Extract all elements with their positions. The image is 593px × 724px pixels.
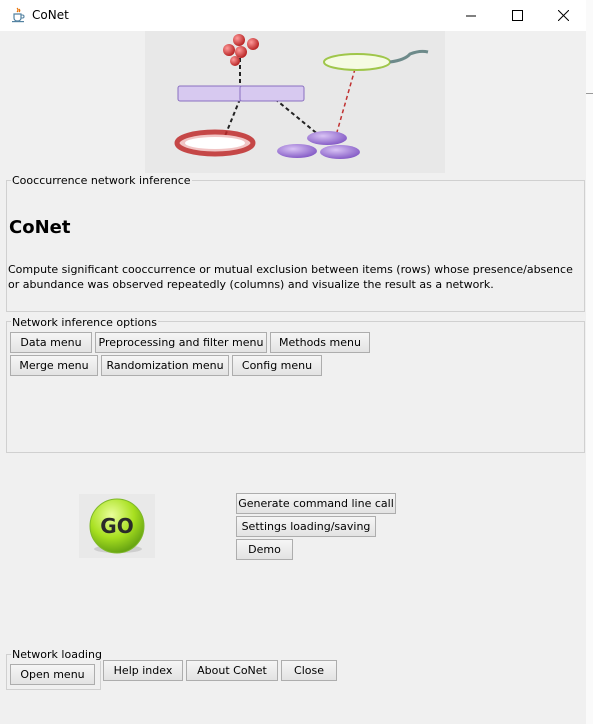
java-cup-icon <box>12 7 25 23</box>
preprocessing-menu-button[interactable]: Preprocessing and filter menu <box>95 332 267 353</box>
title-bar[interactable]: CoNet <box>0 0 586 31</box>
data-menu-button[interactable]: Data menu <box>10 332 92 353</box>
maximize-button[interactable] <box>494 0 540 31</box>
help-index-button[interactable]: Help index <box>103 660 183 681</box>
minimize-button[interactable] <box>448 0 494 31</box>
go-label: GO <box>100 514 134 538</box>
open-menu-button[interactable]: Open menu <box>10 664 95 685</box>
inference-panel-label: Cooccurrence network inference <box>11 174 192 187</box>
network-illustration <box>174 34 429 159</box>
inference-panel <box>6 180 585 312</box>
loading-panel-label: Network loading <box>11 648 103 661</box>
page-title: CoNet <box>9 217 71 238</box>
conet-window: CoNet Cooccurrence network inference CoN… <box>0 0 587 724</box>
network-banner-image <box>145 31 445 173</box>
options-panel-label: Network inference options <box>11 316 158 329</box>
description-text: Compute significant cooccurrence or mutu… <box>8 263 573 291</box>
generate-command-button[interactable]: Generate command line call <box>236 493 396 514</box>
go-button[interactable]: GO <box>79 494 155 558</box>
settings-loading-button[interactable]: Settings loading/saving <box>236 516 376 537</box>
maximize-icon <box>511 10 523 21</box>
minimize-icon <box>466 15 476 16</box>
methods-menu-button[interactable]: Methods menu <box>270 332 370 353</box>
close-button[interactable]: Close <box>281 660 337 681</box>
demo-button[interactable]: Demo <box>236 539 293 560</box>
window-title: CoNet <box>32 8 69 22</box>
background-window-edge <box>586 0 593 724</box>
background-window-divider <box>586 93 593 114</box>
randomization-menu-button[interactable]: Randomization menu <box>101 355 229 376</box>
about-conet-button[interactable]: About CoNet <box>186 660 278 681</box>
merge-menu-button[interactable]: Merge menu <box>10 355 98 376</box>
config-menu-button[interactable]: Config menu <box>232 355 322 376</box>
close-icon <box>557 10 569 21</box>
close-window-button[interactable] <box>540 0 586 31</box>
